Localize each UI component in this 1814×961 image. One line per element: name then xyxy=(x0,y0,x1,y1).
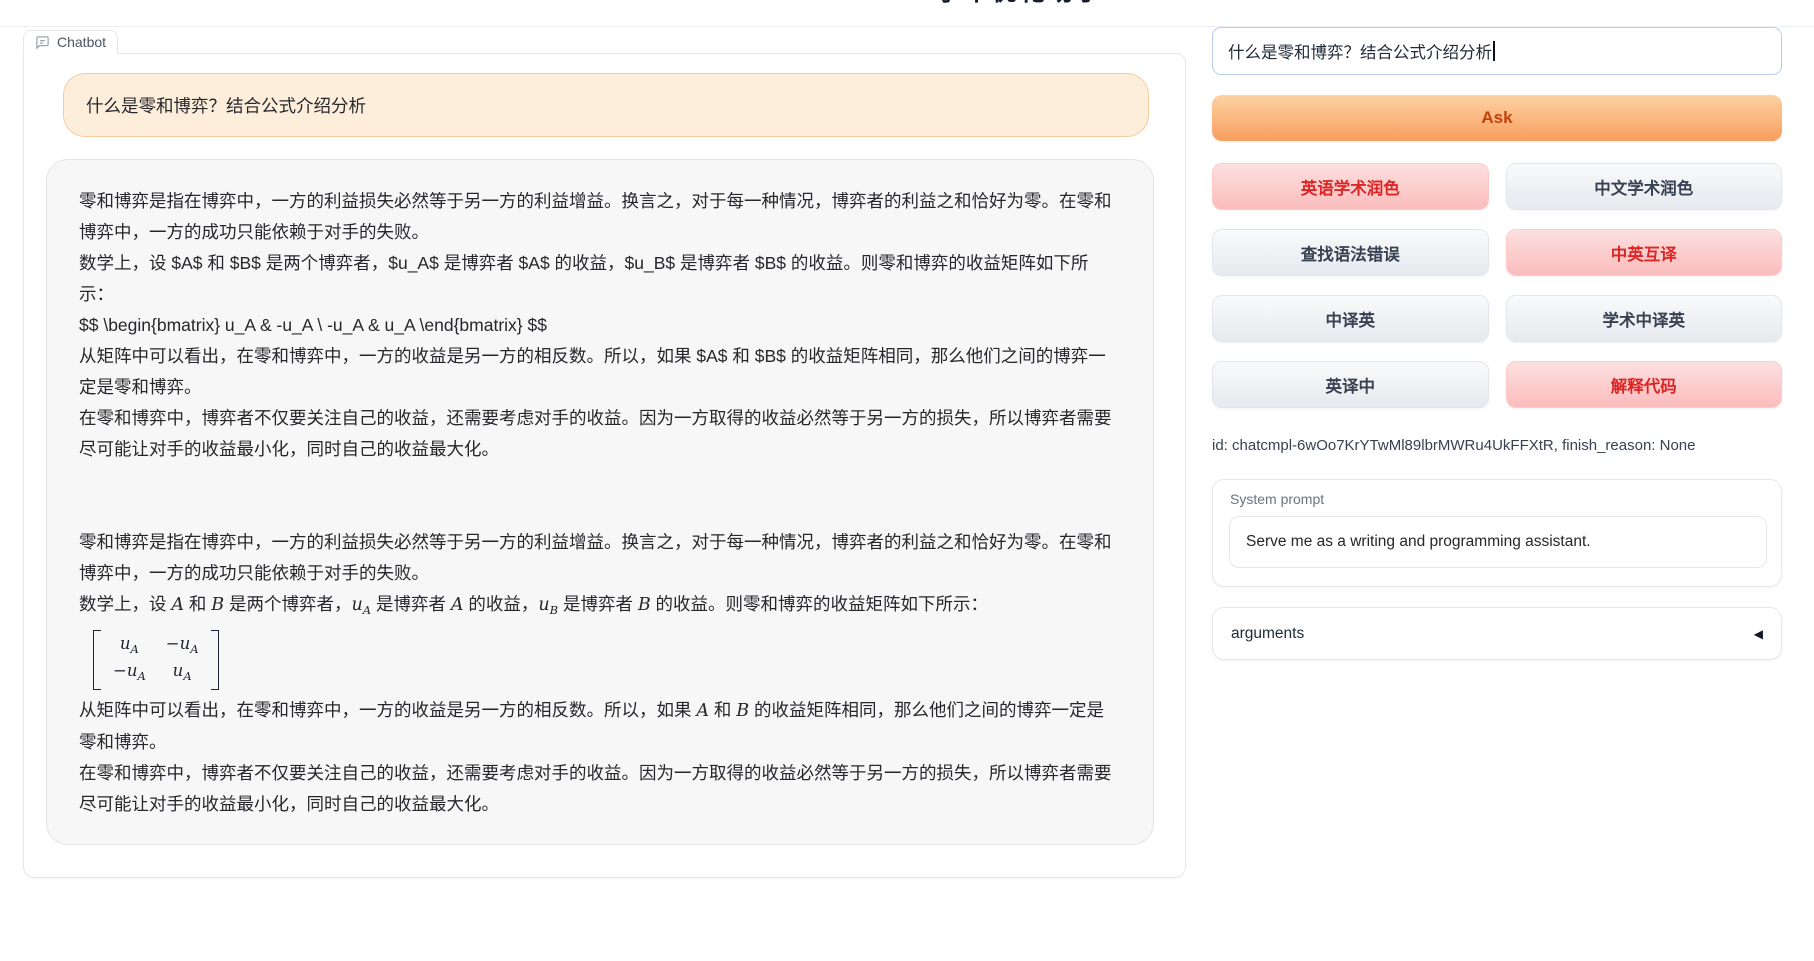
quick-button-grammar-check[interactable]: 查找语法错误 xyxy=(1212,229,1489,276)
math-text: 是两个博弈者， xyxy=(224,594,351,614)
chatbot-label: Chatbot xyxy=(57,34,106,50)
ask-button-label: Ask xyxy=(1481,108,1512,128)
math-text: 是博弈者 xyxy=(371,594,451,614)
matrix-cell: uA xyxy=(166,660,199,687)
quick-button-english-polish[interactable]: 英语学术润色 xyxy=(1212,163,1489,210)
matrix-right-bracket xyxy=(211,630,219,690)
bot-raw-paragraph-3: 从矩阵中可以看出，在零和博弈中，一方的收益是另一方的相反数。所以，如果 $A$ … xyxy=(79,341,1121,403)
system-prompt-input[interactable]: Serve me as a writing and programming as… xyxy=(1229,516,1767,568)
system-prompt-value: Serve me as a writing and programming as… xyxy=(1246,533,1591,551)
response-meta-line: id: chatcmpl-6wOo7KrYTwMl89lbrMWRu4UkFFX… xyxy=(1212,437,1782,454)
system-prompt-panel: System prompt Serve me as a writing and … xyxy=(1212,479,1782,587)
math-var: u xyxy=(538,595,549,615)
bot-raw-paragraph-4: 在零和博弈中，博弈者不仅要关注自己的收益，还需要考虑对手的收益。因为一方取得的收… xyxy=(79,403,1121,465)
chat-bubble-icon xyxy=(35,35,50,50)
math-var: B xyxy=(211,595,224,615)
ask-button[interactable]: Ask xyxy=(1212,95,1782,141)
user-message-text: 什么是零和博弈？结合公式介绍分析 xyxy=(86,93,366,118)
math-text: 和 xyxy=(184,594,211,614)
math-text: 从矩阵中可以看出，在零和博弈中，一方的收益是另一方的相反数。所以，如果 xyxy=(79,700,696,720)
matrix-left-bracket xyxy=(93,630,101,690)
quick-button-zh-to-en[interactable]: 中译英 xyxy=(1212,295,1489,342)
app-root: 学术优化助手 Chatbot 什么是零和博弈？结合公式介绍分析 零和博弈是指在博… xyxy=(0,0,1814,961)
matrix-cell: uA xyxy=(113,633,146,660)
question-input-value: 什么是零和博弈？结合公式介绍分析 xyxy=(1228,39,1492,63)
bot-message-gap xyxy=(79,465,1121,527)
bot-raw-formula: $$ \begin{bmatrix} u_A & -u_A \ -u_A & u… xyxy=(79,310,1121,341)
math-text: 和 xyxy=(709,700,736,720)
quick-button-academic-zh-to-en[interactable]: 学术中译英 xyxy=(1506,295,1783,342)
quick-action-grid: 英语学术润色 中文学术润色 查找语法错误 中英互译 中译英 学术中译英 英译中 … xyxy=(1212,163,1782,408)
math-text: 数学上，设 xyxy=(79,594,171,614)
quick-button-zh-en-translate[interactable]: 中英互译 xyxy=(1506,229,1783,276)
matrix-cell: −uA xyxy=(166,633,199,660)
arguments-accordion[interactable]: arguments ◀ xyxy=(1212,607,1782,660)
chatbot-label-tab: Chatbot xyxy=(23,30,118,54)
bot-rendered-paragraph-1: 零和博弈是指在博弈中，一方的利益损失必然等于另一方的利益增益。换言之，对于每一种… xyxy=(79,527,1121,589)
text-cursor xyxy=(1493,41,1495,61)
math-var: A xyxy=(171,595,184,615)
bot-rendered-paragraph-3: 从矩阵中可以看出，在零和博弈中，一方的收益是另一方的相反数。所以，如果 A 和 … xyxy=(79,695,1121,758)
matrix-cell: −uA xyxy=(113,660,146,687)
bot-message-bubble: 零和博弈是指在博弈中，一方的利益损失必然等于另一方的利益增益。换言之，对于每一种… xyxy=(46,159,1154,845)
bot-rendered-matrix: uA −uA −uA uA xyxy=(79,626,1121,695)
page-title-clipped: 学术优化助手 xyxy=(880,0,1160,8)
bot-raw-paragraph-1: 零和博弈是指在博弈中，一方的利益损失必然等于另一方的利益增益。换言之，对于每一种… xyxy=(79,186,1121,248)
bot-rendered-math-line: 数学上，设 A 和 B 是两个博弈者，uA 是博弈者 A 的收益，uB 是博弈者… xyxy=(79,589,1121,626)
math-text: 是博弈者 xyxy=(558,594,638,614)
user-message-bubble: 什么是零和博弈？结合公式介绍分析 xyxy=(63,73,1149,137)
bot-raw-paragraph-2: 数学上，设 $A$ 和 $B$ 是两个博弈者，$u_A$ 是博弈者 $A$ 的收… xyxy=(79,248,1121,310)
math-var: B xyxy=(736,701,749,721)
collapse-arrow-icon: ◀ xyxy=(1754,627,1763,641)
page-title-text: 学术优化助手 xyxy=(880,0,1160,7)
math-var: A xyxy=(451,595,464,615)
math-var: B xyxy=(638,595,651,615)
math-var: A xyxy=(696,701,709,721)
quick-button-en-to-zh[interactable]: 英译中 xyxy=(1212,361,1489,408)
math-subscript: B xyxy=(550,603,558,617)
quick-button-explain-code[interactable]: 解释代码 xyxy=(1506,361,1783,408)
math-subscript: A xyxy=(363,603,371,617)
math-text: 的收益， xyxy=(463,594,538,614)
question-input[interactable]: 什么是零和博弈？结合公式介绍分析 xyxy=(1212,27,1782,75)
system-prompt-label: System prompt xyxy=(1230,491,1324,507)
math-text: 的收益。则零和博弈的收益矩阵如下所示： xyxy=(651,594,988,614)
quick-button-chinese-polish[interactable]: 中文学术润色 xyxy=(1506,163,1783,210)
arguments-label: arguments xyxy=(1231,625,1304,643)
math-var: u xyxy=(352,595,363,615)
chatbot-panel: 什么是零和博弈？结合公式介绍分析 零和博弈是指在博弈中，一方的利益损失必然等于另… xyxy=(23,53,1186,878)
bot-rendered-paragraph-4: 在零和博弈中，博弈者不仅要关注自己的收益，还需要考虑对手的收益。因为一方取得的收… xyxy=(79,758,1121,820)
